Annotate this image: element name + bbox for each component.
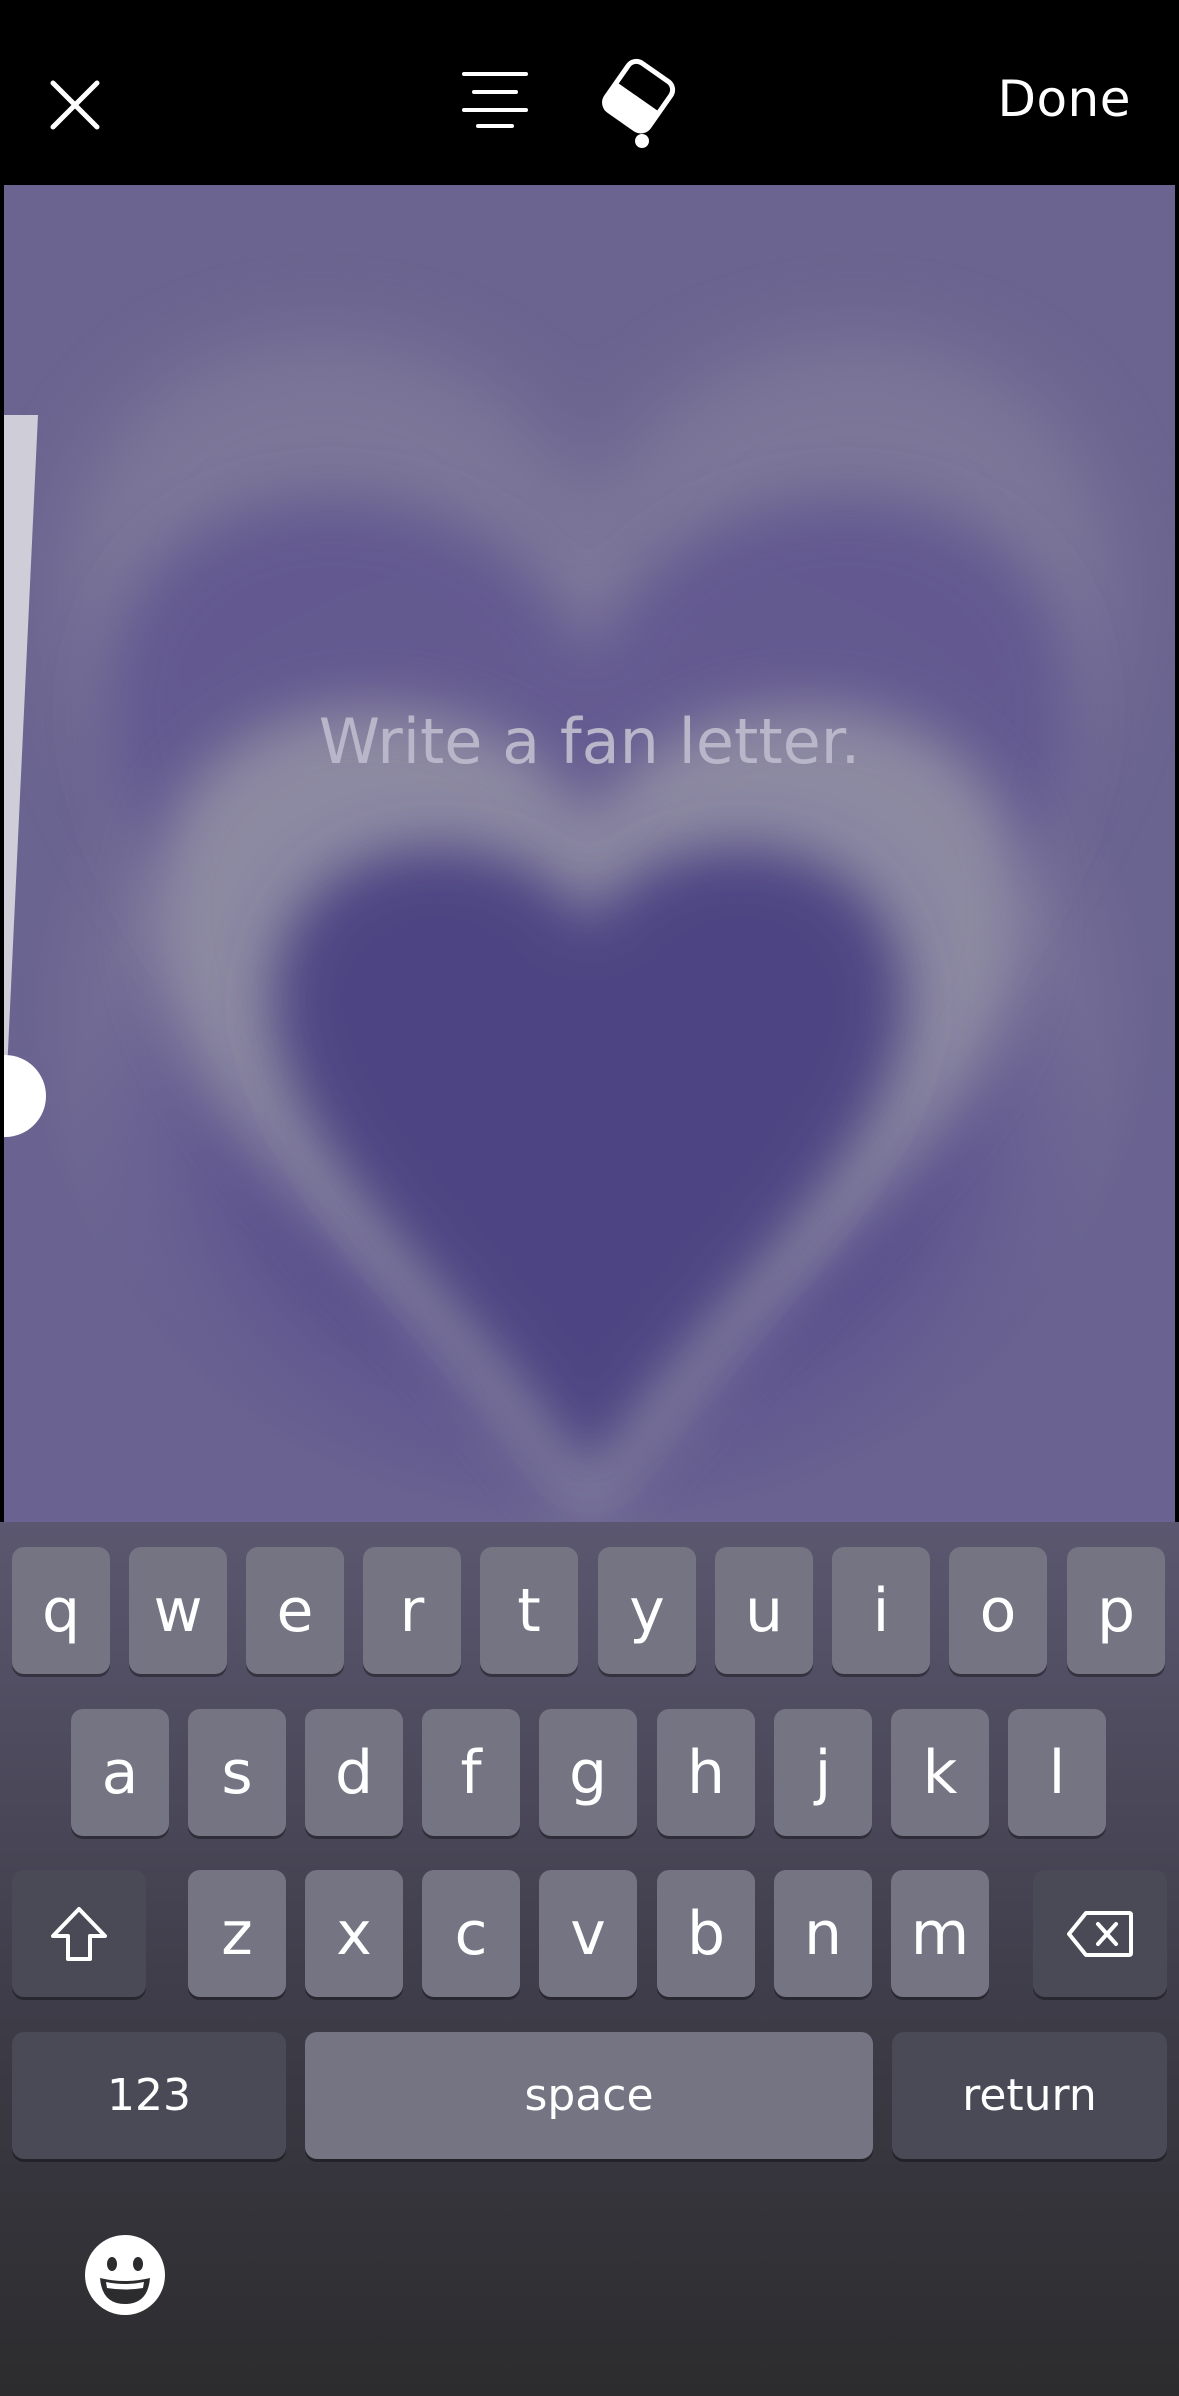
- letter-text-input[interactable]: Write a fan letter.: [4, 705, 1175, 778]
- done-button[interactable]: Done: [997, 70, 1131, 128]
- space-key[interactable]: space: [305, 2032, 873, 2159]
- key-d[interactable]: d: [305, 1709, 403, 1836]
- key-x[interactable]: x: [305, 1870, 403, 1997]
- key-w[interactable]: w: [129, 1547, 227, 1674]
- key-m[interactable]: m: [891, 1870, 989, 1997]
- key-y[interactable]: y: [598, 1547, 696, 1674]
- key-b[interactable]: b: [657, 1870, 755, 1997]
- key-g[interactable]: g: [539, 1709, 637, 1836]
- key-s[interactable]: s: [188, 1709, 286, 1836]
- key-e[interactable]: e: [246, 1547, 344, 1674]
- top-toolbar: Done: [0, 0, 1179, 185]
- close-button[interactable]: [40, 70, 110, 140]
- key-j[interactable]: j: [774, 1709, 872, 1836]
- key-o[interactable]: o: [949, 1547, 1047, 1674]
- numbers-key[interactable]: 123: [12, 2032, 286, 2159]
- align-center-icon: [462, 72, 528, 128]
- key-t[interactable]: t: [480, 1547, 578, 1674]
- key-v[interactable]: v: [539, 1870, 637, 1997]
- key-l[interactable]: l: [1008, 1709, 1106, 1836]
- key-i[interactable]: i: [832, 1547, 930, 1674]
- emoji-button[interactable]: [82, 2232, 168, 2318]
- key-u[interactable]: u: [715, 1547, 813, 1674]
- fill-bucket-icon: [601, 58, 675, 148]
- key-f[interactable]: f: [422, 1709, 520, 1836]
- close-icon: [50, 80, 100, 130]
- letter-canvas[interactable]: Write a fan letter. Aa Aa Aa Aa: [4, 185, 1175, 1525]
- key-r[interactable]: r: [363, 1547, 461, 1674]
- key-a[interactable]: a: [71, 1709, 169, 1836]
- background-color-button[interactable]: [595, 55, 680, 150]
- backspace-key[interactable]: [1033, 1870, 1167, 1997]
- key-p[interactable]: p: [1067, 1547, 1165, 1674]
- return-key[interactable]: return: [892, 2032, 1167, 2159]
- key-k[interactable]: k: [891, 1709, 989, 1836]
- heart-background: [65, 338, 1113, 1525]
- key-h[interactable]: h: [657, 1709, 755, 1836]
- shift-icon: [51, 1906, 107, 1961]
- key-c[interactable]: c: [422, 1870, 520, 1997]
- key-z[interactable]: z: [188, 1870, 286, 1997]
- text-align-button[interactable]: [455, 60, 535, 140]
- key-n[interactable]: n: [774, 1870, 872, 1997]
- shift-key[interactable]: [12, 1870, 146, 1997]
- emoji-icon: [85, 2235, 165, 2315]
- backspace-icon: [1067, 1910, 1133, 1957]
- key-q[interactable]: q: [12, 1547, 110, 1674]
